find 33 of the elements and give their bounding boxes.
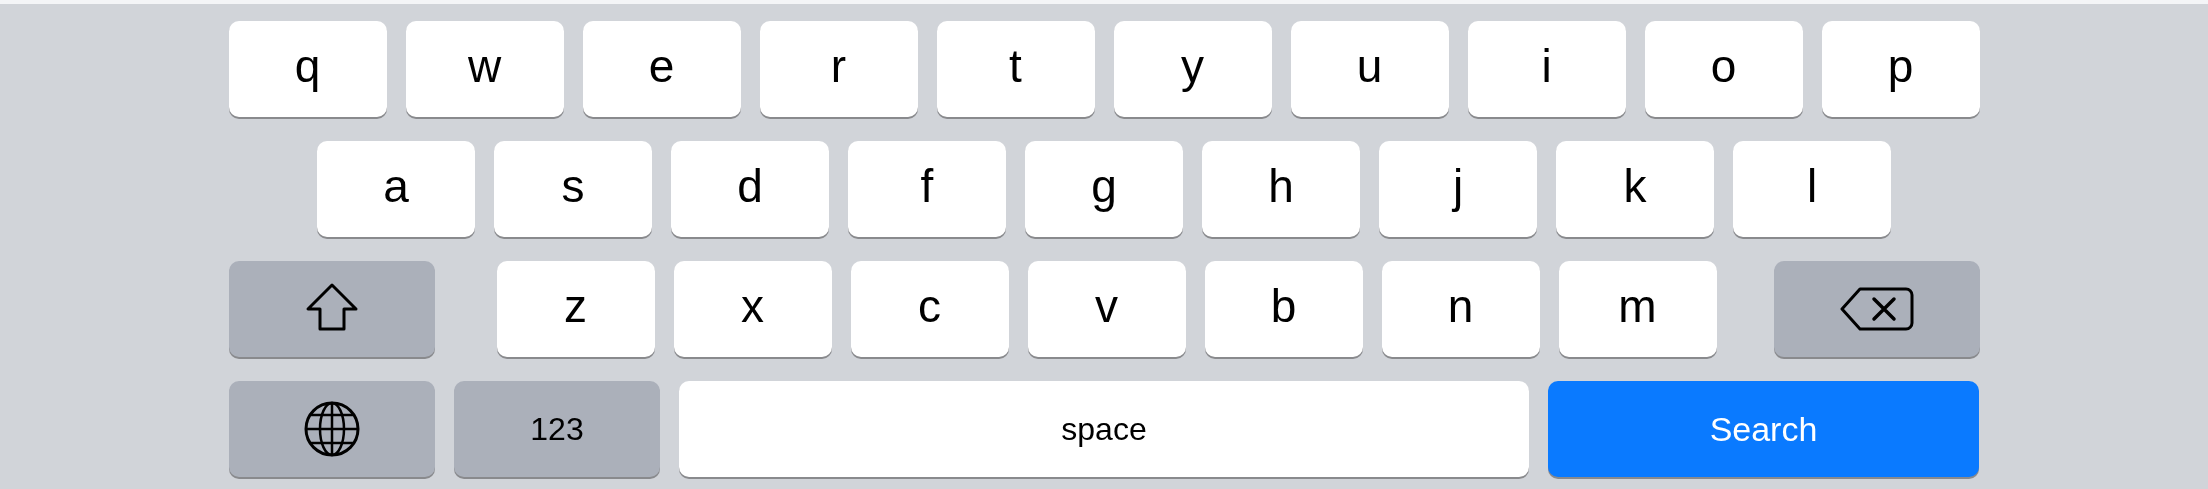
letter-key[interactable]: r (759, 21, 918, 117)
letter-key[interactable]: u (1290, 21, 1449, 117)
letter-key[interactable]: x (673, 261, 832, 357)
letter-key[interactable]: g (1025, 141, 1183, 237)
numbers-key[interactable]: 123 (454, 381, 660, 477)
delete-key[interactable] (1773, 261, 1980, 357)
letter-key[interactable]: l (1733, 141, 1891, 237)
letter-key[interactable]: o (1644, 21, 1803, 117)
letter-key[interactable]: v (1027, 261, 1186, 357)
letter-key[interactable]: a (317, 141, 475, 237)
letter-key[interactable]: t (936, 21, 1095, 117)
letter-key[interactable]: s (494, 141, 652, 237)
search-key[interactable]: Search (1548, 381, 1979, 477)
letter-key[interactable]: k (1556, 141, 1714, 237)
letter-key[interactable]: m (1558, 261, 1717, 357)
globe-icon (302, 399, 362, 459)
letter-key[interactable]: p (1821, 21, 1980, 117)
letter-key[interactable]: w (405, 21, 564, 117)
letter-key[interactable]: b (1204, 261, 1363, 357)
letter-key[interactable]: f (848, 141, 1006, 237)
letter-key[interactable]: h (1202, 141, 1360, 237)
letter-key[interactable]: i (1467, 21, 1626, 117)
letter-key[interactable]: n (1381, 261, 1540, 357)
letter-key[interactable]: q (228, 21, 387, 117)
shift-key[interactable] (228, 261, 435, 357)
space-bar[interactable]: space (679, 381, 1529, 477)
letter-key[interactable]: e (582, 21, 741, 117)
letter-key[interactable]: j (1379, 141, 1537, 237)
globe-key[interactable] (229, 381, 435, 477)
letter-key[interactable]: z (496, 261, 655, 357)
letter-key[interactable]: c (850, 261, 1009, 357)
letter-key[interactable]: y (1113, 21, 1272, 117)
letter-key[interactable]: d (671, 141, 829, 237)
